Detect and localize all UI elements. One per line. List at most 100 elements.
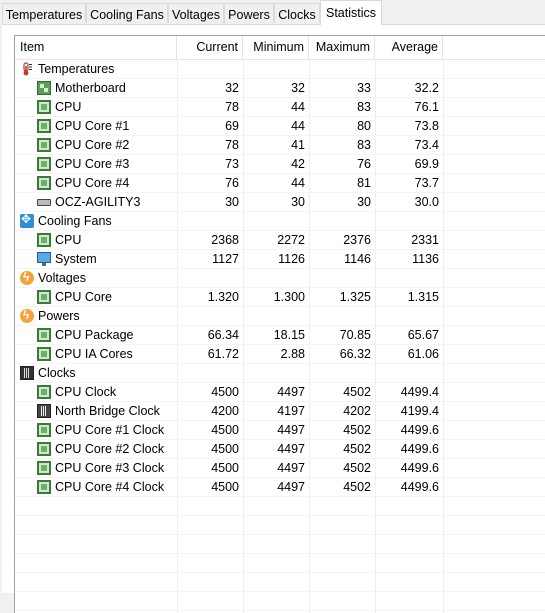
current-value: 73: [225, 157, 239, 171]
average-value: 73.7: [414, 176, 439, 190]
table-row[interactable]: CPU 2368 2272 2376 2331: [15, 231, 545, 250]
group-label: Clocks: [38, 366, 76, 380]
tab-temperatures[interactable]: Temperatures: [2, 3, 86, 23]
minimum-value: 44: [291, 100, 305, 114]
group-row[interactable]: Voltages: [15, 269, 545, 288]
average-value: 1136: [412, 252, 439, 266]
column-header-maximum[interactable]: Maximum: [309, 36, 375, 59]
row-gridline: [15, 572, 545, 573]
current-value: 1.320: [207, 290, 239, 304]
disk-icon: [37, 199, 51, 206]
minimum-value: 18.15: [273, 328, 305, 342]
maximum-value: 4502: [343, 442, 371, 456]
group-row[interactable]: Clocks: [15, 364, 545, 383]
table-row[interactable]: CPU Clock 4500 4497 4502 4499.4: [15, 383, 545, 402]
table-row[interactable]: North Bridge Clock 4200 4197 4202 4199.4: [15, 402, 545, 421]
sensor-name: System: [55, 252, 97, 266]
maximum-value: 2376: [343, 233, 371, 247]
table-row[interactable]: CPU Core #3 Clock 4500 4497 4502 4499.6: [15, 459, 545, 478]
tab-clocks[interactable]: Clocks: [274, 3, 320, 23]
statistics-list[interactable]: Item Current Minimum Maximum Average Tem…: [14, 35, 545, 613]
statistics-panel: Item Current Minimum Maximum Average Tem…: [2, 24, 545, 613]
table-row[interactable]: Motherboard 32 32 33 32.2: [15, 79, 545, 98]
tab-statistics[interactable]: Statistics: [320, 0, 382, 25]
table-row[interactable]: CPU 78 44 83 76.1: [15, 98, 545, 117]
chip-icon: [37, 100, 51, 114]
table-row[interactable]: CPU Core #2 Clock 4500 4497 4502 4499.6: [15, 440, 545, 459]
sensor-name: Motherboard: [55, 81, 126, 95]
average-value: 73.4: [414, 138, 439, 152]
current-value: 66.34: [207, 328, 239, 342]
sensor-name: North Bridge Clock: [55, 404, 160, 418]
monitor-icon: [37, 252, 51, 266]
column-header-average[interactable]: Average: [375, 36, 443, 59]
table-row[interactable]: System 1127 1126 1146 1136: [15, 250, 545, 269]
maximum-value: 33: [357, 81, 371, 95]
group-row[interactable]: Powers: [15, 307, 545, 326]
table-row[interactable]: OCZ-AGILITY3 30 30 30 30.0: [15, 193, 545, 212]
tab-cooling-fans[interactable]: Cooling Fans: [86, 3, 168, 23]
current-value: 4500: [211, 480, 239, 494]
power-icon: [20, 308, 34, 323]
average-value: 4199.4: [400, 404, 439, 418]
sensor-name: CPU Package: [55, 328, 134, 342]
table-row[interactable]: CPU IA Cores 61.72 2.88 66.32 61.06: [15, 345, 545, 364]
sensor-name: CPU Core #1: [55, 119, 130, 133]
maximum-value: 4202: [343, 404, 371, 418]
motherboard-icon: [37, 81, 51, 95]
average-value: 32.2: [414, 81, 439, 95]
average-value: 4499.6: [400, 480, 439, 494]
table-row[interactable]: CPU Core #2 78 41 83 73.4: [15, 136, 545, 155]
table-row[interactable]: CPU Core #4 Clock 4500 4497 4502 4499.6: [15, 478, 545, 497]
current-value: 76: [225, 176, 239, 190]
current-value: 78: [225, 100, 239, 114]
row-gridline: [15, 553, 545, 554]
table-row[interactable]: CPU Core 1.320 1.300 1.325 1.315: [15, 288, 545, 307]
sensor-name: CPU Core #3: [55, 157, 130, 171]
minimum-value: 1126: [278, 252, 305, 266]
minimum-value: 42: [291, 157, 305, 171]
average-value: 4499.6: [400, 423, 439, 437]
table-row[interactable]: CPU Core #1 69 44 80 73.8: [15, 117, 545, 136]
sensor-name: CPU IA Cores: [55, 347, 133, 361]
tab-bar: Temperatures Cooling Fans Voltages Power…: [2, 0, 545, 25]
chip-icon: [37, 442, 51, 456]
minimum-value: 4497: [277, 461, 305, 475]
table-row[interactable]: CPU Core #4 76 44 81 73.7: [15, 174, 545, 193]
chip-icon: [37, 290, 51, 304]
column-header-minimum[interactable]: Minimum: [243, 36, 309, 59]
table-row[interactable]: CPU Package 66.34 18.15 70.85 65.67: [15, 326, 545, 345]
group-row[interactable]: Temperatures: [15, 60, 545, 79]
column-header-current[interactable]: Current: [177, 36, 243, 59]
current-value: 78: [225, 138, 239, 152]
chip-icon: [37, 233, 51, 247]
maximum-value: 83: [357, 100, 371, 114]
group-label: Temperatures: [38, 62, 115, 76]
minimum-value: 4497: [277, 385, 305, 399]
minimum-value: 32: [291, 81, 305, 95]
column-header-item[interactable]: Item: [15, 36, 177, 59]
row-gridline: [15, 591, 545, 592]
maximum-value: 83: [357, 138, 371, 152]
sensor-name: CPU Core #1 Clock: [55, 423, 165, 437]
minimum-value: 1.300: [273, 290, 305, 304]
average-value: 73.8: [414, 119, 439, 133]
sensor-name: CPU Clock: [55, 385, 117, 399]
group-row[interactable]: Cooling Fans: [15, 212, 545, 231]
minimum-value: 4197: [277, 404, 305, 418]
current-value: 32: [225, 81, 239, 95]
average-value: 69.9: [414, 157, 439, 171]
tab-powers[interactable]: Powers: [224, 3, 274, 23]
sensor-name: CPU Core #2: [55, 138, 130, 152]
tab-voltages[interactable]: Voltages: [168, 3, 224, 23]
maximum-value: 30: [357, 195, 371, 209]
table-row[interactable]: CPU Core #3 73 42 76 69.9: [15, 155, 545, 174]
current-value: 2368: [211, 233, 239, 247]
sensor-name: CPU Core #2 Clock: [55, 442, 165, 456]
current-value: 30: [225, 195, 239, 209]
chip-icon: [37, 385, 51, 399]
table-row[interactable]: CPU Core #1 Clock 4500 4497 4502 4499.6: [15, 421, 545, 440]
maximum-value: 4502: [343, 480, 371, 494]
average-value: 65.67: [407, 328, 439, 342]
average-value: 4499.6: [400, 442, 439, 456]
